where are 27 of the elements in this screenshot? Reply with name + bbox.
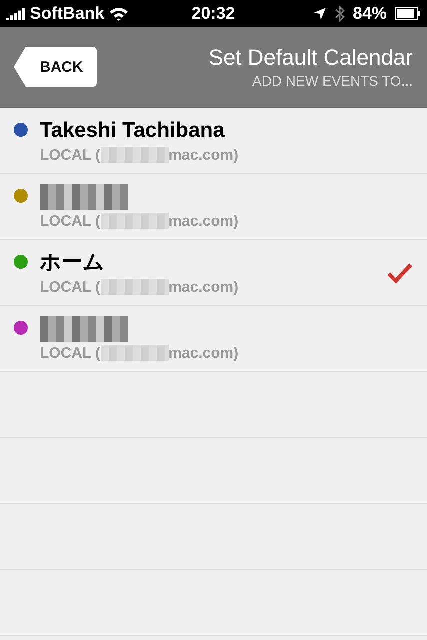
account-prefix: LOCAL (: [40, 344, 101, 362]
back-button[interactable]: BACK: [14, 47, 98, 87]
signal-icon: [6, 8, 26, 20]
redacted-email: [100, 345, 169, 361]
account-suffix: mac.com): [168, 212, 239, 230]
battery-icon: [395, 7, 422, 20]
account-prefix: LOCAL (: [40, 146, 101, 164]
screen-title: Set Default Calendar: [208, 45, 413, 71]
clock-time: 20:32: [192, 4, 236, 24]
redacted-email: [100, 147, 169, 163]
location-arrow-icon: [312, 6, 327, 20]
calendar-name: ホーム: [40, 250, 106, 276]
account-suffix: mac.com): [168, 146, 239, 164]
calendar-row[interactable]: ホーム LOCAL ( mac.com): [0, 240, 427, 306]
redacted-email: [100, 279, 169, 295]
account-prefix: LOCAL (: [40, 278, 101, 296]
redacted-email: [100, 213, 169, 229]
calendar-row[interactable]: Takeshi Tachibana LOCAL ( mac.com): [0, 108, 427, 174]
screen-subtitle: ADD NEW EVENTS TO...: [252, 73, 413, 89]
account-prefix: LOCAL (: [40, 212, 101, 230]
wifi-icon: [108, 6, 129, 20]
account-suffix: mac.com): [168, 344, 239, 362]
battery-percent: 84%: [352, 4, 388, 24]
carrier-name: SoftBank: [30, 4, 105, 24]
calendar-name: Takeshi Tachibana: [40, 118, 226, 144]
bluetooth-icon: [334, 6, 345, 22]
account-suffix: mac.com): [168, 278, 239, 296]
